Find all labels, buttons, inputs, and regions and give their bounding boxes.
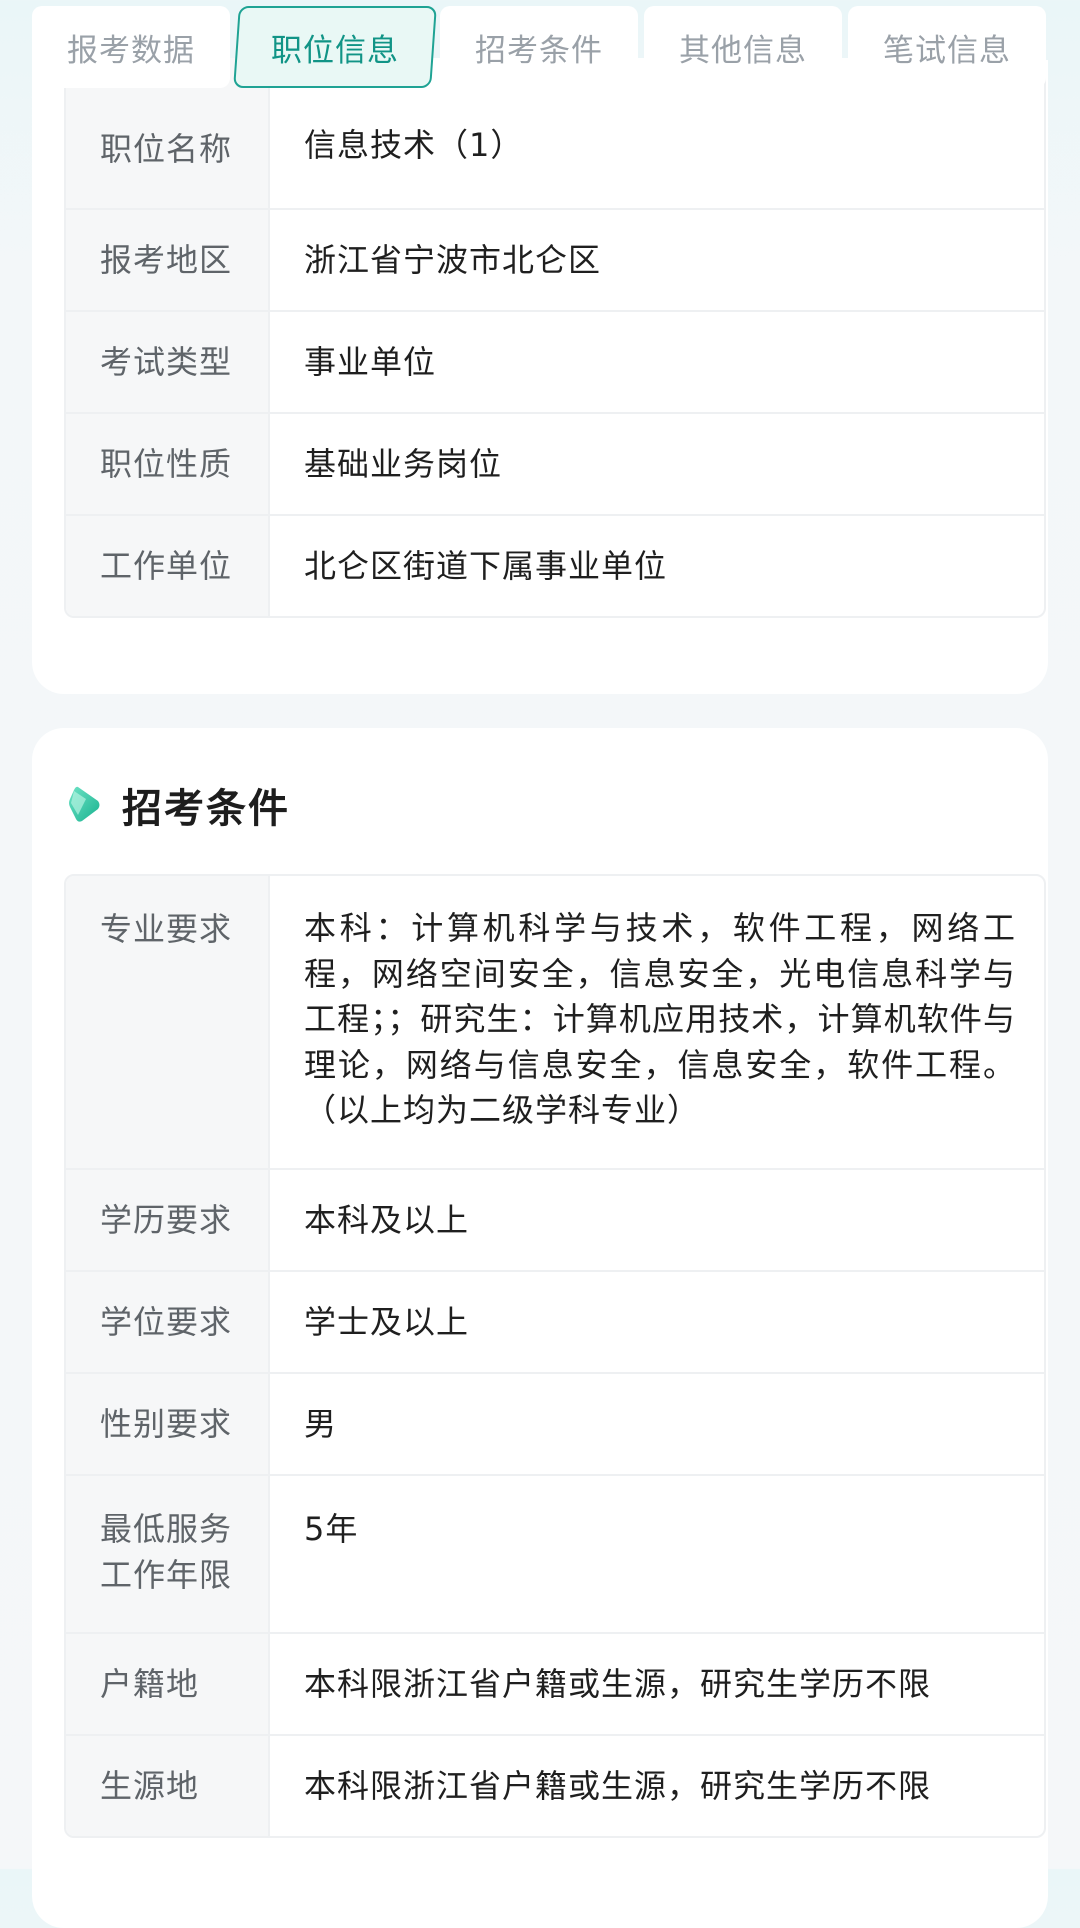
tab-other-info[interactable]: 其他信息	[644, 6, 842, 88]
position-info-table: 职位名称 信息技术（1） 报考地区 浙江省宁波市北仑区 考试类型 事业单位 职位…	[64, 58, 1046, 618]
row-label: 报考地区	[66, 210, 268, 310]
tab-bar: 报考数据 职位信息 招考条件 其他信息 笔试信息	[32, 6, 1046, 90]
tab-written-exam-info[interactable]: 笔试信息	[848, 6, 1046, 88]
table-row: 户籍地 本科限浙江省户籍或生源，研究生学历不限	[66, 1631, 1044, 1734]
tab-requirements[interactable]: 招考条件	[440, 6, 638, 88]
row-value: 事业单位	[268, 312, 1044, 412]
requirements-table: 专业要求 本科：计算机科学与技术，软件工程，网络工程，网络空间安全，信息安全，光…	[64, 874, 1046, 1838]
row-label: 学位要求	[66, 1271, 268, 1372]
tab-position-info[interactable]: 职位信息	[233, 6, 437, 88]
table-row: 考试类型 事业单位	[66, 310, 1044, 412]
row-value: 本科限浙江省户籍或生源，研究生学历不限	[268, 1633, 1044, 1734]
row-value: 本科及以上	[268, 1169, 1044, 1270]
row-label: 专业要求	[66, 876, 268, 1168]
row-value: 本科限浙江省户籍或生源，研究生学历不限	[268, 1735, 1044, 1836]
row-value: 浙江省宁波市北仑区	[268, 210, 1044, 310]
table-row: 学历要求 本科及以上	[66, 1167, 1044, 1270]
row-value: 本科：计算机科学与技术，软件工程，网络工程，网络空间安全，信息安全，光电信息科学…	[268, 876, 1044, 1168]
row-value: 基础业务岗位	[268, 414, 1044, 514]
row-value: 学士及以上	[268, 1271, 1044, 1372]
section-title-text: 招考条件	[122, 786, 290, 832]
row-label: 考试类型	[66, 312, 268, 412]
tab-exam-data[interactable]: 报考数据	[32, 6, 230, 88]
row-label: 户籍地	[66, 1633, 268, 1734]
table-row: 专业要求 本科：计算机科学与技术，软件工程，网络工程，网络空间安全，信息安全，光…	[66, 876, 1044, 1168]
row-label: 学历要求	[66, 1169, 268, 1270]
table-row: 最低服务工作年限 5年	[66, 1473, 1044, 1632]
table-row: 报考地区 浙江省宁波市北仑区	[66, 208, 1044, 310]
table-row: 生源地 本科限浙江省户籍或生源，研究生学历不限	[66, 1733, 1044, 1836]
table-row: 工作单位 北仑区街道下属事业单位	[66, 514, 1044, 616]
requirements-card: 招考条件 专业要求 本科：计算机科学与技术，软件工程，网络工程，网络空间安全，信…	[32, 728, 1048, 1928]
table-row: 性别要求 男	[66, 1371, 1044, 1474]
row-label: 最低服务工作年限	[66, 1475, 268, 1632]
table-row: 职位性质 基础业务岗位	[66, 412, 1044, 514]
row-value: 男	[268, 1373, 1044, 1474]
table-row: 学位要求 学士及以上	[66, 1269, 1044, 1372]
row-label: 生源地	[66, 1735, 268, 1836]
section-marker-icon	[68, 785, 102, 825]
section-title: 招考条件	[68, 776, 290, 834]
row-value: 北仑区街道下属事业单位	[268, 516, 1044, 616]
row-label: 性别要求	[66, 1373, 268, 1474]
position-info-card: 职位名称 信息技术（1） 报考地区 浙江省宁波市北仑区 考试类型 事业单位 职位…	[32, 58, 1048, 694]
row-label: 职位性质	[66, 414, 268, 514]
row-value: 5年	[268, 1475, 1044, 1632]
row-label: 工作单位	[66, 516, 268, 616]
